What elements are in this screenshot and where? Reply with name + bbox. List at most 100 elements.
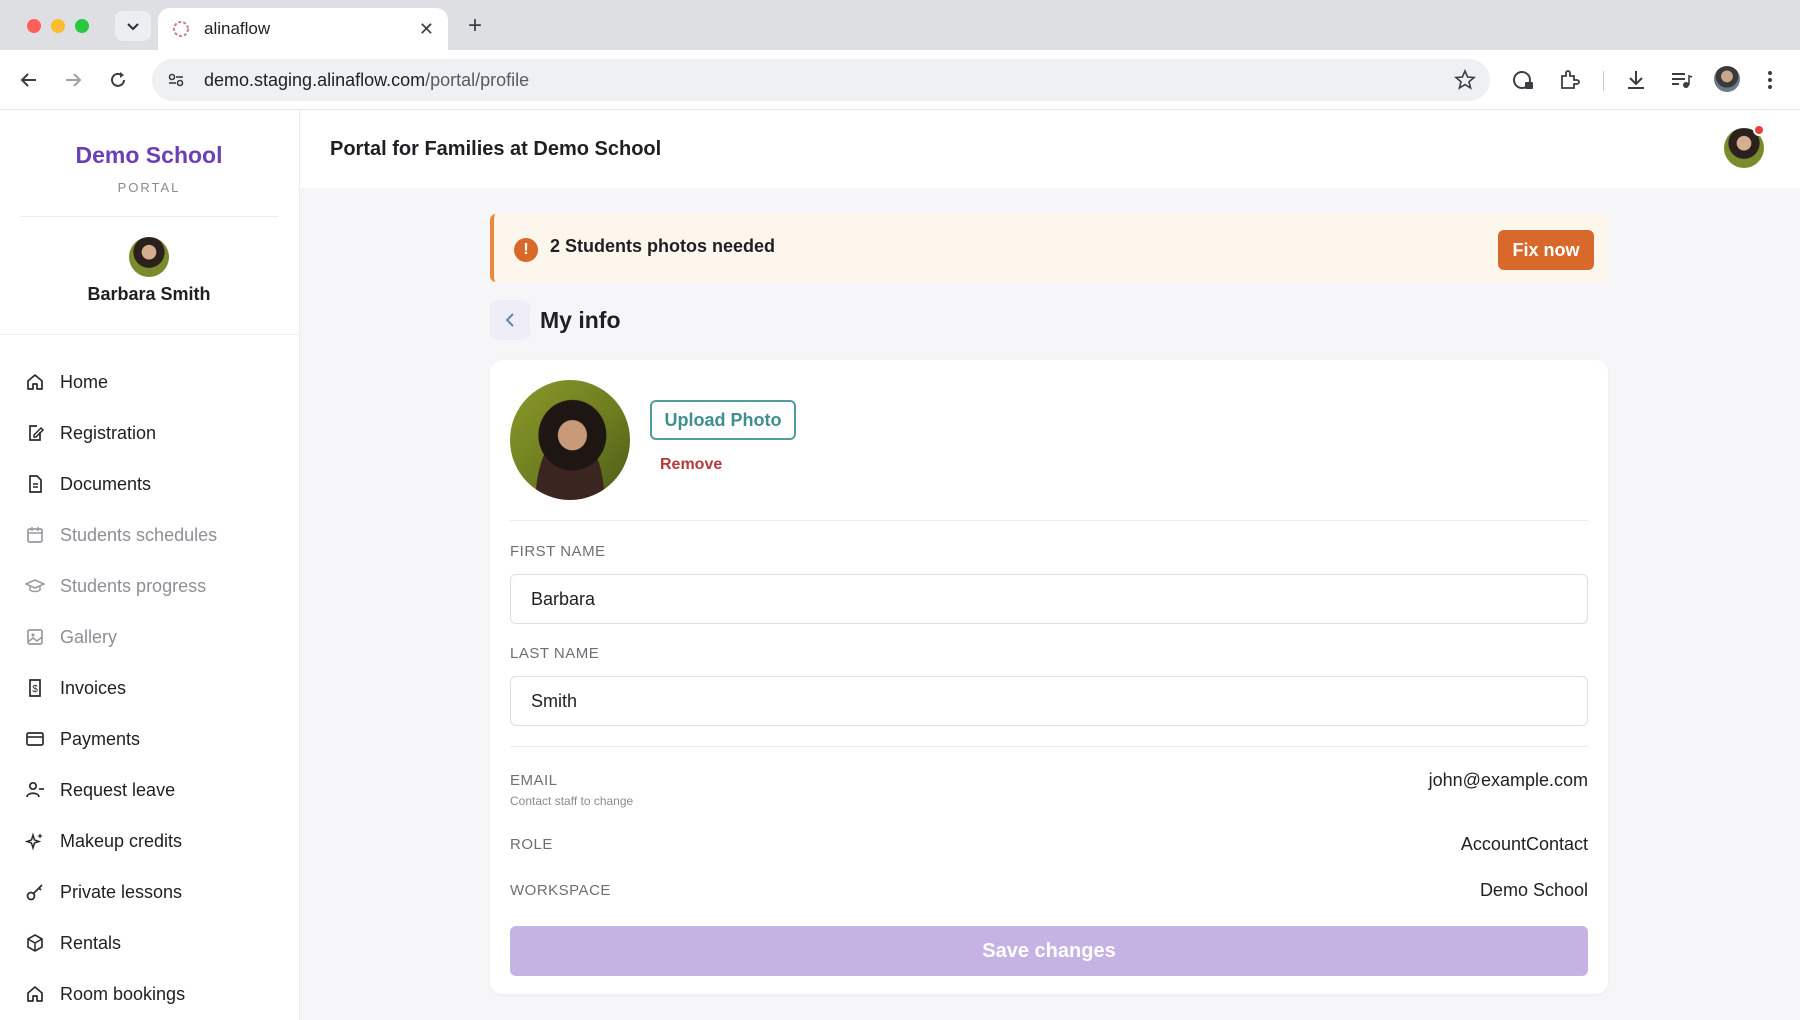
sidebar-user-name: Barbara Smith bbox=[87, 284, 211, 304]
bookmark-star-icon[interactable] bbox=[1454, 69, 1476, 91]
arrow-right-icon bbox=[66, 73, 82, 87]
new-tab-button[interactable]: + bbox=[461, 12, 489, 40]
back-navigation-button[interactable] bbox=[15, 66, 43, 94]
document-icon bbox=[24, 473, 46, 495]
last-name-field[interactable] bbox=[510, 676, 1588, 726]
invoice-icon: $ bbox=[24, 677, 46, 699]
sidebar-item-label: Private lessons bbox=[60, 881, 183, 902]
school-brand[interactable]: Demo School bbox=[0, 142, 298, 169]
email-hint: Contact staff to change bbox=[510, 794, 634, 808]
sidebar-item-students-progress[interactable]: Students progress bbox=[24, 571, 284, 601]
arrow-left-icon bbox=[20, 73, 36, 87]
page-title: Portal for Families at Demo School bbox=[330, 138, 662, 160]
sidebar-item-home[interactable]: Home bbox=[24, 367, 284, 397]
sidebar-divider bbox=[20, 216, 278, 217]
sidebar-item-registration[interactable]: Registration bbox=[24, 418, 284, 448]
role-value: AccountContact bbox=[1460, 834, 1588, 854]
browser-menu-icon[interactable] bbox=[1757, 67, 1783, 93]
password-manager-icon[interactable] bbox=[1510, 67, 1536, 93]
sidebar-item-rentals[interactable]: Rentals bbox=[24, 928, 284, 958]
home-icon bbox=[24, 983, 46, 1005]
workspace-value: Demo School bbox=[1479, 880, 1588, 900]
image-icon bbox=[24, 626, 46, 648]
toolbar-divider bbox=[1603, 71, 1604, 91]
sidebar-avatar bbox=[129, 237, 169, 277]
sidebar-item-makeup-credits[interactable]: Makeup credits bbox=[24, 826, 284, 856]
portal-label: PORTAL bbox=[117, 180, 181, 195]
sidebar-item-label: Documents bbox=[60, 473, 152, 494]
tab-title: alinaflow bbox=[204, 19, 271, 38]
workspace-label: WORKSPACE bbox=[510, 882, 611, 899]
credit-card-icon bbox=[24, 728, 46, 750]
box-icon bbox=[24, 932, 46, 954]
card-divider bbox=[510, 520, 1588, 521]
url-path: /portal/profile bbox=[425, 69, 530, 90]
sidebar-item-label: Invoices bbox=[60, 677, 127, 698]
notification-badge bbox=[1753, 124, 1765, 136]
sparkles-icon bbox=[24, 830, 46, 852]
sidebar-item-documents[interactable]: Documents bbox=[24, 469, 284, 499]
home-icon bbox=[24, 371, 46, 393]
sidebar-item-label: Rentals bbox=[60, 932, 122, 953]
sidebar-item-label: Payments bbox=[60, 728, 141, 749]
browser-tab[interactable]: alinaflow ✕ bbox=[158, 8, 448, 50]
registration-icon bbox=[24, 422, 46, 444]
card-divider bbox=[510, 746, 1588, 747]
browser-profile-avatar[interactable] bbox=[1714, 66, 1740, 92]
address-bar[interactable]: demo.staging.alinaflow.com/portal/profil… bbox=[152, 59, 1490, 101]
browser-tab-bar: alinaflow ✕ + bbox=[0, 0, 1800, 50]
upload-photo-button[interactable]: Upload Photo bbox=[650, 400, 796, 440]
save-changes-button[interactable]: Save changes bbox=[510, 926, 1588, 976]
sidebar-divider bbox=[0, 334, 298, 335]
email-value: john@example.com bbox=[1428, 770, 1588, 790]
key-icon bbox=[24, 881, 46, 903]
back-button[interactable] bbox=[490, 300, 530, 340]
browser-toolbar: demo.staging.alinaflow.com/portal/profil… bbox=[0, 50, 1800, 110]
fix-now-button[interactable]: Fix now bbox=[1498, 230, 1594, 270]
user-minus-icon bbox=[24, 779, 46, 801]
profile-card: Upload Photo Remove FIRST NAME LAST NAME… bbox=[490, 360, 1608, 994]
sidebar-item-label: Gallery bbox=[60, 626, 118, 647]
graduation-cap-icon bbox=[24, 575, 46, 597]
alert-message: 2 Students photos needed bbox=[550, 236, 776, 256]
reload-button[interactable] bbox=[104, 66, 132, 94]
window-maximize-button[interactable] bbox=[75, 19, 89, 33]
forward-navigation-button[interactable] bbox=[59, 66, 87, 94]
sidebar-item-label: Home bbox=[60, 371, 109, 392]
first-name-label: FIRST NAME bbox=[510, 543, 606, 560]
warning-icon: ! bbox=[514, 238, 538, 262]
profile-photo bbox=[510, 380, 630, 500]
sidebar-item-label: Request leave bbox=[60, 779, 176, 800]
sidebar-item-students-schedules[interactable]: Students schedules bbox=[24, 520, 284, 550]
role-label: ROLE bbox=[510, 836, 553, 853]
first-name-field[interactable] bbox=[510, 574, 1588, 624]
sidebar-item-private-lessons[interactable]: Private lessons bbox=[24, 877, 284, 907]
reload-icon bbox=[111, 72, 125, 87]
remove-photo-link[interactable]: Remove bbox=[660, 456, 722, 474]
sidebar-item-room-bookings[interactable]: Room bookings bbox=[24, 979, 284, 1009]
window-close-button[interactable] bbox=[27, 19, 41, 33]
section-title: My info bbox=[540, 307, 621, 333]
last-name-label: LAST NAME bbox=[510, 645, 600, 662]
window-minimize-button[interactable] bbox=[51, 19, 65, 33]
sidebar-item-label: Students progress bbox=[60, 575, 207, 596]
app-header: Portal for Families at Demo School bbox=[300, 110, 1800, 188]
sidebar-item-label: Makeup credits bbox=[60, 830, 183, 851]
site-settings-icon[interactable] bbox=[166, 69, 188, 91]
sidebar-item-invoices[interactable]: $ Invoices bbox=[24, 673, 284, 703]
chevron-left-icon bbox=[505, 313, 514, 327]
tab-search-button[interactable] bbox=[115, 11, 151, 41]
media-controls-icon[interactable] bbox=[1668, 67, 1694, 93]
extensions-icon[interactable] bbox=[1556, 67, 1582, 93]
sidebar-item-request-leave[interactable]: Request leave bbox=[24, 775, 284, 805]
sidebar-item-label: Registration bbox=[60, 422, 157, 443]
tab-close-icon[interactable]: ✕ bbox=[419, 19, 434, 40]
chevron-down-icon bbox=[127, 23, 139, 31]
url-domain: demo.staging.alinaflow.com bbox=[204, 69, 426, 90]
sidebar-item-gallery[interactable]: Gallery bbox=[24, 622, 284, 652]
downloads-icon[interactable] bbox=[1623, 67, 1649, 93]
email-label: EMAIL bbox=[510, 772, 558, 789]
sidebar-item-payments[interactable]: Payments bbox=[24, 724, 284, 754]
photos-needed-alert: ! 2 Students photos needed Fix now bbox=[490, 214, 1608, 282]
calendar-icon bbox=[24, 524, 46, 546]
